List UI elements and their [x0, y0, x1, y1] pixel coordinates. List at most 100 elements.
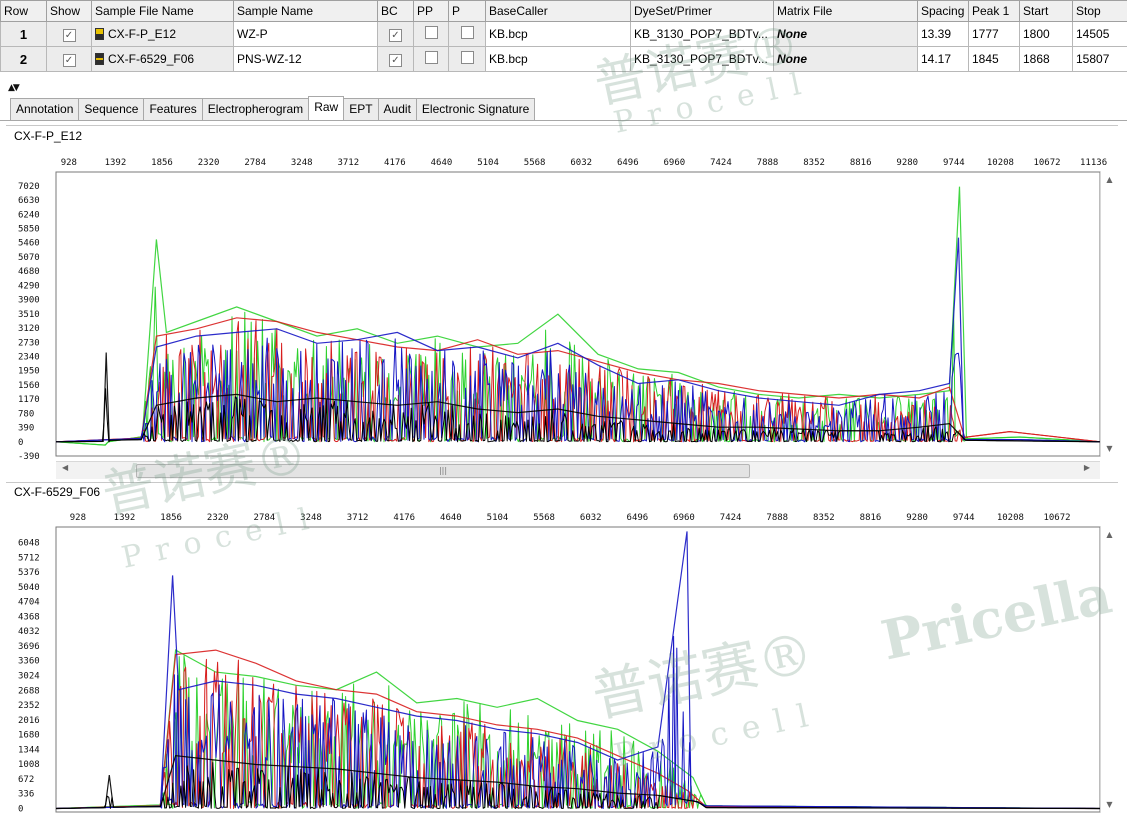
- x-tick-label: 2784: [244, 158, 266, 168]
- y-tick-label: 4680: [18, 267, 40, 277]
- tab-electropherogram[interactable]: Electropherogram: [201, 98, 310, 121]
- y-tick-label: 1560: [18, 381, 40, 391]
- col-header-pp[interactable]: PP: [413, 0, 449, 22]
- x-tick-label: 3712: [347, 513, 369, 523]
- tab-annotation[interactable]: Annotation: [10, 98, 80, 121]
- show-checkbox[interactable]: ✓: [62, 53, 76, 67]
- spacing-cell[interactable]: 13.39: [917, 21, 969, 47]
- pp-checkbox[interactable]: [424, 51, 438, 64]
- x-tick-label: 2320: [198, 158, 220, 168]
- start-cell[interactable]: 1868: [1019, 46, 1073, 72]
- pp-checkbox[interactable]: [424, 26, 438, 39]
- dyeset-cell[interactable]: KB_3130_POP7_BDTv...: [630, 21, 774, 47]
- col-header-bc[interactable]: BC: [377, 0, 414, 22]
- y-tick-label: 390: [18, 424, 34, 434]
- col-header-row[interactable]: Row: [0, 0, 47, 22]
- panel1-vertical-scrollbar[interactable]: ▲ ▼: [1100, 172, 1118, 456]
- y-tick-label: 1170: [18, 395, 40, 405]
- tab-raw[interactable]: Raw: [308, 96, 345, 121]
- bc-cell: ✓: [377, 21, 414, 47]
- start-cell[interactable]: 1800: [1019, 21, 1073, 47]
- tab-features[interactable]: Features: [143, 98, 203, 121]
- y-tick-label: 0: [18, 804, 23, 814]
- scroll-down-arrow-icon[interactable]: ▼: [1101, 444, 1118, 453]
- tab-underline: [0, 120, 1127, 121]
- row-number[interactable]: 2: [0, 46, 47, 72]
- scroll-down-arrow-icon[interactable]: ▼: [1101, 800, 1118, 809]
- trace-series-blue: [56, 337, 1100, 443]
- col-header-start[interactable]: Start: [1019, 0, 1073, 22]
- col-header-sample-file[interactable]: Sample File Name: [91, 0, 234, 22]
- col-header-show[interactable]: Show: [46, 0, 92, 22]
- x-tick-label: 6960: [664, 158, 686, 168]
- tab-sequence[interactable]: Sequence: [78, 98, 145, 121]
- show-checkbox[interactable]: ✓: [62, 28, 76, 42]
- tab-ept[interactable]: EPT: [343, 98, 379, 121]
- matrix-cell[interactable]: None: [773, 46, 918, 72]
- col-header-dyeset[interactable]: DyeSet/Primer: [630, 0, 774, 22]
- p-checkbox[interactable]: [460, 26, 474, 39]
- bc-checkbox[interactable]: ✓: [389, 28, 402, 42]
- stop-cell[interactable]: 14505: [1072, 21, 1127, 47]
- scroll-up-arrow-icon[interactable]: ▲: [1101, 530, 1118, 539]
- sample-file-name: CX-F-P_E12: [108, 27, 177, 41]
- pp-cell: [413, 46, 449, 72]
- scroll-up-arrow-icon[interactable]: ▲: [1101, 175, 1118, 184]
- y-tick-label: 672: [18, 775, 34, 785]
- tab-electronic-signature[interactable]: Electronic Signature: [415, 98, 536, 121]
- plot-frame: [55, 526, 1101, 813]
- sample-name-cell[interactable]: PNS-WZ-12: [233, 46, 378, 72]
- col-header-sample-name[interactable]: Sample Name: [233, 0, 378, 22]
- table-row[interactable]: 1 ✓ CX-F-P_E12 WZ-P ✓ KB.bcp KB_3130_POP…: [0, 21, 1127, 47]
- bc-checkbox[interactable]: ✓: [389, 53, 402, 67]
- y-tick-label: 3024: [18, 671, 40, 681]
- col-header-p[interactable]: P: [448, 0, 486, 22]
- y-tick-label: 0: [18, 438, 23, 448]
- y-tick-label: 780: [18, 409, 34, 419]
- panel-divider: [6, 482, 1118, 483]
- y-tick-label: 1344: [18, 745, 40, 755]
- col-header-basecaller[interactable]: BaseCaller: [485, 0, 631, 22]
- table-row[interactable]: 2 ✓ CX-F-6529_F06 PNS-WZ-12 ✓ KB.bcp KB_…: [0, 46, 1127, 72]
- watermark-brand-cn: 普诺赛®: [586, 620, 820, 731]
- peak1-cell[interactable]: 1777: [968, 21, 1020, 47]
- show-cell: ✓: [46, 46, 92, 72]
- matrix-cell[interactable]: None: [773, 21, 918, 47]
- trace-peaks-red: [56, 649, 1100, 810]
- y-tick-label: 5040: [18, 583, 40, 593]
- scroll-left-arrow-icon[interactable]: ◀: [62, 463, 68, 472]
- scroll-right-arrow-icon[interactable]: ▶: [1084, 463, 1090, 472]
- spacing-cell[interactable]: 14.17: [917, 46, 969, 72]
- col-header-peak1[interactable]: Peak 1: [968, 0, 1020, 22]
- p-checkbox[interactable]: [460, 51, 474, 64]
- x-tick-label: 3712: [337, 158, 359, 168]
- y-tick-label: 5070: [18, 253, 40, 263]
- col-header-stop[interactable]: Stop: [1072, 0, 1127, 22]
- trace-peaks-blue: [56, 237, 1100, 443]
- sample-file-name: CX-F-6529_F06: [108, 52, 195, 66]
- panel2-title: CX-F-6529_F06: [14, 485, 101, 499]
- matrix-value: None: [777, 27, 807, 41]
- sample-name-cell[interactable]: WZ-P: [233, 21, 378, 47]
- stop-cell[interactable]: 15807: [1072, 46, 1127, 72]
- x-tick-label: 2320: [207, 513, 229, 523]
- x-tick-label: 5104: [477, 158, 499, 168]
- sample-grid: Row Show Sample File Name Sample Name BC…: [0, 0, 1127, 72]
- sample-file-cell[interactable]: CX-F-6529_F06: [91, 46, 234, 72]
- watermark-sub: Procell: [610, 693, 826, 775]
- basecaller-cell[interactable]: KB.bcp: [485, 21, 631, 47]
- panel1-horizontal-scrollbar[interactable]: ◀ ||| ▶: [56, 461, 1100, 479]
- panel1-scroll-thumb[interactable]: |||: [136, 464, 750, 478]
- row-number[interactable]: 1: [0, 21, 47, 47]
- dyeset-cell[interactable]: KB_3130_POP7_BDTv...: [630, 46, 774, 72]
- col-header-matrix[interactable]: Matrix File: [773, 0, 918, 22]
- collapse-grid-arrows-icon[interactable]: ▲▼: [8, 83, 20, 93]
- x-tick-label: 1392: [114, 513, 136, 523]
- sample-file-cell[interactable]: CX-F-P_E12: [91, 21, 234, 47]
- col-header-spacing[interactable]: Spacing: [917, 0, 969, 22]
- y-tick-label: 2352: [18, 701, 40, 711]
- tab-audit[interactable]: Audit: [377, 98, 417, 121]
- basecaller-cell[interactable]: KB.bcp: [485, 46, 631, 72]
- peak1-cell[interactable]: 1845: [968, 46, 1020, 72]
- panel2-vertical-scrollbar[interactable]: ▲ ▼: [1100, 527, 1118, 812]
